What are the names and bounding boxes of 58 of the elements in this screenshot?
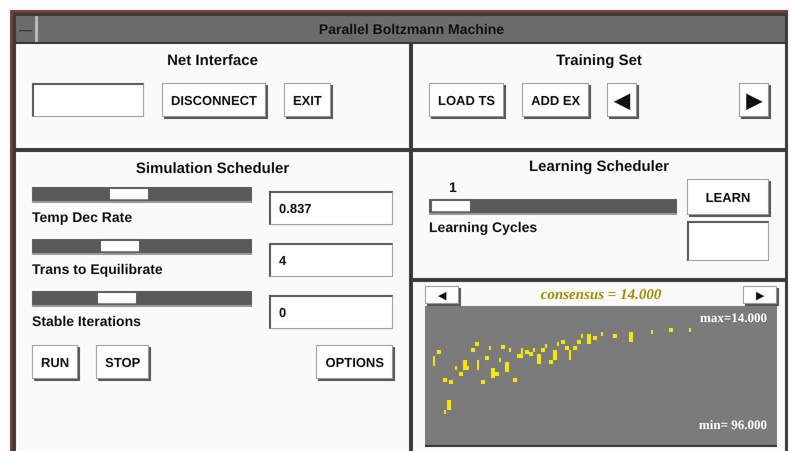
- next-button[interactable]: ▶: [743, 286, 777, 304]
- toolbar-button[interactable]: STOP: [96, 345, 150, 379]
- plot-point: [513, 378, 517, 382]
- plot-point: [613, 334, 617, 338]
- toolbar-button[interactable]: DISCONNECT: [162, 83, 266, 117]
- plot-point: [537, 354, 541, 364]
- plot-point: [481, 380, 485, 384]
- slider-thumb[interactable]: [98, 293, 136, 304]
- plot-point: [475, 342, 479, 346]
- toolbar-button[interactable]: ADD EX: [522, 83, 590, 117]
- slider-label: Stable Iterations: [32, 313, 142, 329]
- value-field[interactable]: 4: [269, 243, 393, 277]
- plot-point: [587, 334, 591, 344]
- plot-point: [501, 345, 505, 349]
- previous-button[interactable]: ◀: [607, 83, 638, 117]
- plot-point: [669, 328, 673, 332]
- toolbar-button[interactable]: RUN: [32, 345, 78, 379]
- learn-button[interactable]: LEARN: [687, 179, 769, 215]
- toolbar-button[interactable]: EXIT: [284, 83, 331, 117]
- toolbar-button[interactable]: LOAD TS: [429, 83, 504, 117]
- slider-track[interactable]: [32, 291, 252, 307]
- slider-thumb[interactable]: [110, 189, 148, 200]
- plot-point: [449, 380, 453, 384]
- slider-thumb[interactable]: [101, 241, 140, 252]
- plot-point: [471, 348, 475, 352]
- plot-point: [593, 336, 597, 340]
- min-label: min= 96.000: [698, 417, 767, 433]
- slider-reading: 1: [448, 179, 458, 195]
- plot-point: [505, 362, 509, 372]
- panel-title: Net Interface: [166, 52, 259, 69]
- previous-button[interactable]: ◀: [425, 286, 459, 304]
- next-button[interactable]: ▶: [739, 83, 769, 117]
- plot-point: [459, 372, 463, 376]
- slider-track[interactable]: [32, 239, 252, 255]
- plot-point: [629, 332, 633, 342]
- input-field[interactable]: [687, 221, 769, 261]
- value-field[interactable]: 0: [269, 295, 393, 329]
- slider-label: Temp Dec Rate: [32, 209, 134, 225]
- slider-label: Trans to Equilibrate: [32, 261, 164, 277]
- panel-title: Simulation Scheduler: [134, 160, 290, 177]
- window-title: Parallel Boltzmann Machine: [318, 21, 506, 37]
- plot-point: [561, 340, 565, 344]
- slider-label: Learning Cycles: [429, 219, 538, 235]
- max-label: max=14.000: [700, 310, 767, 326]
- slider-thumb[interactable]: [432, 201, 470, 212]
- plot-point: [485, 356, 489, 360]
- panel-title: Training Set: [555, 52, 643, 69]
- slider-track[interactable]: [429, 199, 677, 215]
- value-field[interactable]: 0.837: [269, 191, 393, 225]
- plot-point: [573, 346, 577, 350]
- panel-title: Learning Scheduler: [528, 158, 670, 175]
- plot-point: [577, 340, 581, 344]
- options-button[interactable]: OPTIONS: [316, 345, 393, 379]
- slider-track[interactable]: [32, 187, 252, 203]
- plot-title: consensus = 14.000: [540, 286, 662, 304]
- plot-point: [443, 378, 447, 382]
- input-field[interactable]: [32, 83, 144, 117]
- plot-point: [437, 350, 441, 354]
